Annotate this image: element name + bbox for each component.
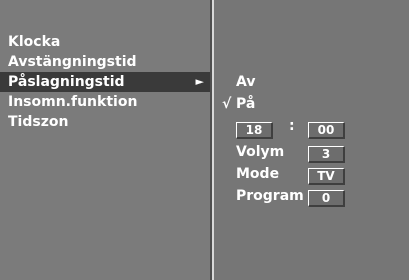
menu-item-label: Klocka [8,34,61,50]
volume-field[interactable]: 3 [308,146,345,163]
submenu-arrow-icon: ► [195,75,204,88]
menu-item-klocka[interactable]: Klocka [8,32,208,52]
menu-item-insomn-funktion[interactable]: Insomn.funktion [8,92,208,112]
checkmark-icon: √ [222,96,232,112]
option-av[interactable]: Av [222,72,402,92]
time-setting: 18 : 00 [222,118,402,140]
menu-item-tidszon[interactable]: Tidszon [8,112,208,132]
minute-field[interactable]: 00 [308,122,345,139]
tv-osd-screen: Klocka Avstängningstid Påslagningstid ► … [0,0,409,280]
hour-field[interactable]: 18 [236,122,273,139]
program-field[interactable]: 0 [308,190,345,207]
program-row: Program 0 [222,186,402,208]
menu-item-label: Avstängningstid [8,54,137,70]
volume-row: Volym 3 [222,142,402,164]
option-label: Av [236,74,256,90]
panel-divider-highlight [212,0,214,280]
volume-label: Volym [236,144,285,160]
menu-item-label: Insomn.funktion [8,94,138,110]
menu-item-paslagningstid[interactable]: Påslagningstid ► [0,72,210,92]
program-label: Program [236,188,304,204]
mode-label: Mode [236,166,280,182]
menu-item-label: Påslagningstid [8,74,125,90]
option-label: På [236,96,256,112]
timer-menu: Klocka Avstängningstid Påslagningstid ► … [0,32,210,132]
mode-field[interactable]: TV [308,168,345,185]
time-separator: : [289,118,295,134]
mode-row: Mode TV [222,164,402,186]
menu-item-label: Tidszon [8,114,69,130]
menu-item-avstangningstid[interactable]: Avstängningstid [8,52,208,72]
on-timer-submenu: Av √ På 18 : 00 Volym 3 Mode TV Program 0 [222,72,402,208]
option-pa[interactable]: √ På [222,94,402,114]
